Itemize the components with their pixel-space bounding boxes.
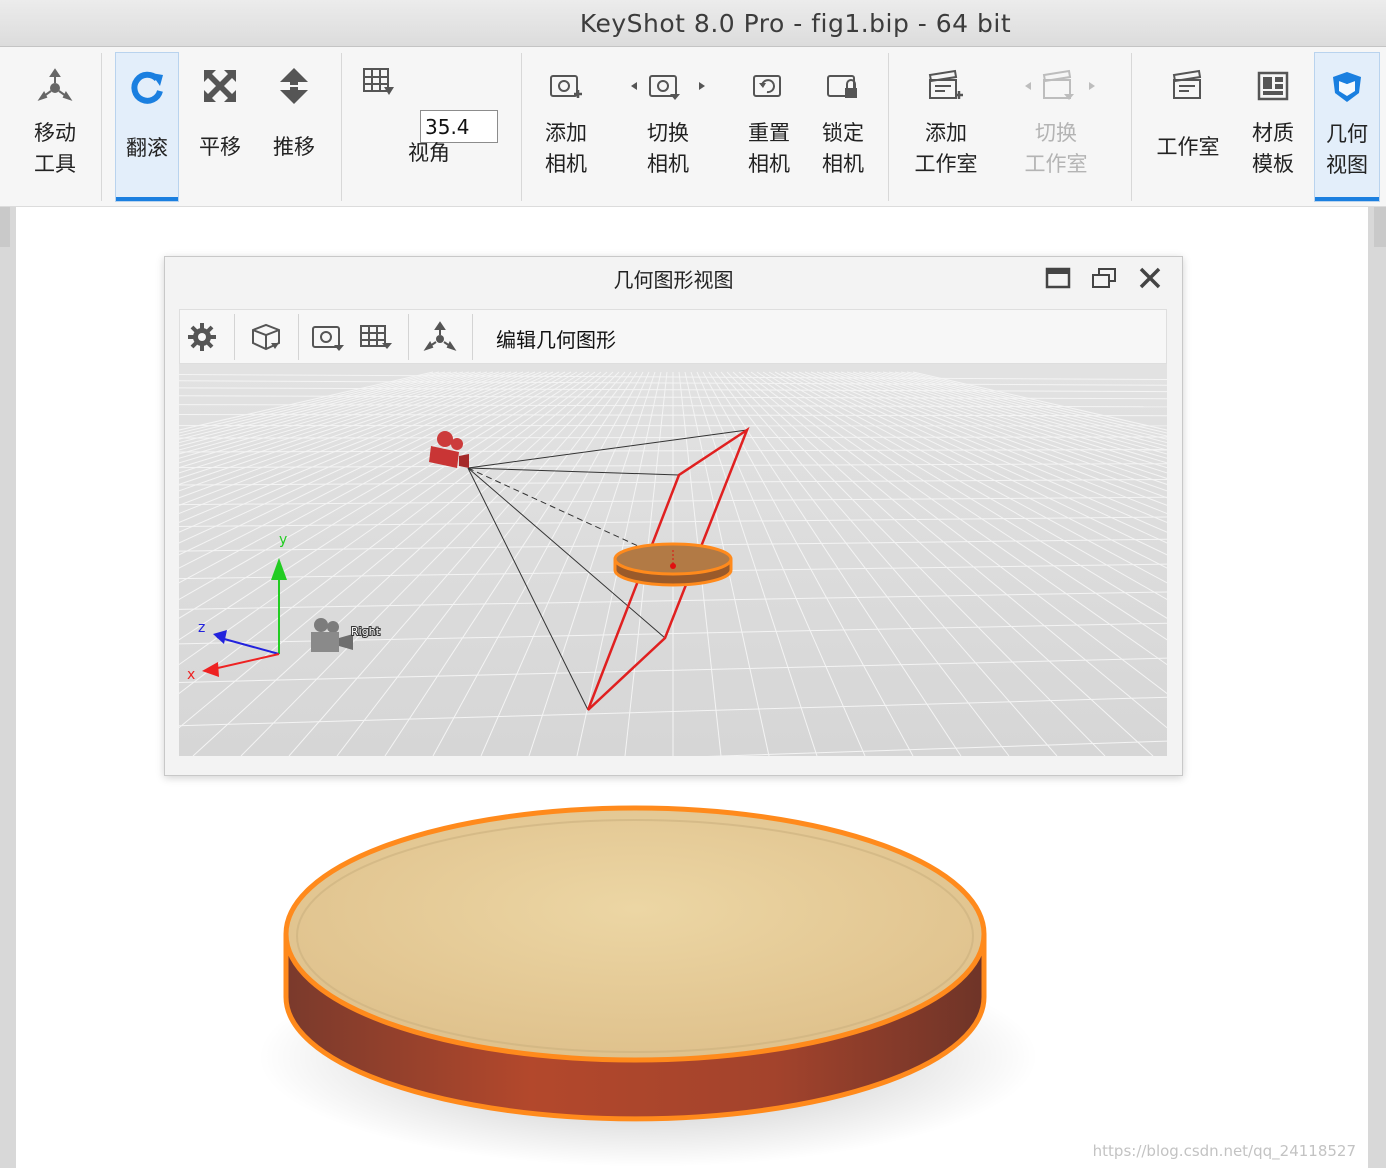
window-title-bar: KeyShot 8.0 Pro - fig1.bip - 64 bit [0,0,1386,47]
camera-menu-icon[interactable] [308,318,348,356]
restore-icon[interactable] [1091,265,1117,291]
reset-camera-button[interactable]: 重置 相机 [737,52,801,202]
toolbar-separator [234,314,235,360]
switch-camera-label: 切换 相机 [647,121,689,176]
switch-studio-label: 切换 工作室 [1024,121,1088,176]
pan-button[interactable]: 平移 [188,52,252,202]
switch-studio-button[interactable]: 切换 工作室 [1006,52,1106,202]
settings-gear-icon[interactable] [182,318,222,356]
toolbar-separator [472,314,473,360]
add-camera-button[interactable]: 添加 相机 [533,52,599,202]
geometry-toolbar: 编辑几何图形 [179,309,1167,364]
maximize-icon[interactable] [1045,265,1071,291]
geometry-view-button[interactable]: 几何 视图 [1314,52,1380,202]
geometry-3d-view[interactable]: Right y z x [179,364,1167,756]
add-camera-label: 添加 相机 [545,121,587,176]
lock-camera-label: 锁定 相机 [822,121,864,176]
tumble-label: 翻滚 [126,136,168,160]
pan-icon [201,58,239,114]
add-studio-button[interactable]: 添加 工作室 [902,52,990,202]
view-cube-icon[interactable] [246,318,286,356]
studio-button[interactable]: 工作室 [1146,52,1230,202]
axis-y-label: y [279,532,287,548]
close-icon[interactable] [1137,265,1163,291]
studio-label: 工作室 [1156,135,1220,159]
fov-icon [362,65,396,101]
material-template-label: 材质 模板 [1252,121,1294,176]
geometry-view-label: 几何 视图 [1326,122,1368,177]
toolbar-separator [521,53,522,201]
dolly-icon [276,58,312,114]
lock-camera-icon [825,58,861,114]
window-title: KeyShot 8.0 Pro - fig1.bip - 64 bit [579,8,1012,38]
move-tool-icon [35,58,75,114]
add-studio-label: 添加 工作室 [914,121,978,176]
add-studio-icon [927,58,965,114]
toolbar-separator [341,53,342,201]
viewport-right-border [1368,207,1386,1168]
watermark-text: https://blog.csdn.net/qq_24118527 [1092,1142,1356,1160]
main-toolbar: 移动 工具 翻滚 平移 推移 35.4 视角 添加 相机 切换 相机 重置 相机… [0,47,1386,207]
studio-icon [1170,58,1206,114]
switch-camera-button[interactable]: 切换 相机 [620,52,716,202]
geometry-view-window[interactable]: 几何图形视图 编辑几何图形 Right y z x [164,256,1183,776]
switch-studio-icon [1014,58,1098,114]
reset-camera-label: 重置 相机 [748,121,790,176]
geometry-disc[interactable] [613,542,733,587]
dolly-button[interactable]: 推移 [262,52,326,202]
fov-label: 视角 [408,141,450,165]
dolly-label: 推移 [273,135,315,159]
camera-label: Right [351,625,381,638]
pan-label: 平移 [199,135,241,159]
geometry-view-icon [1329,59,1365,115]
tumble-button[interactable]: 翻滚 [115,52,179,202]
move-tool-label: 移动 工具 [34,121,76,176]
lock-camera-button[interactable]: 锁定 相机 [810,52,876,202]
grid-menu-icon[interactable] [356,318,396,356]
viewport-left-border [0,207,16,1168]
geometry-scene: Right y z x [179,364,1167,756]
toolbar-separator [1131,53,1132,201]
material-template-icon [1255,58,1291,114]
toolbar-separator [408,314,409,360]
tumble-icon [127,59,167,115]
axis-z-label: z [198,620,205,636]
edit-geometry-label: 编辑几何图形 [496,328,616,352]
axis-x-label: x [187,667,195,683]
add-camera-icon [548,58,584,114]
switch-camera-icon [628,58,708,114]
toolbar-separator [101,53,102,201]
material-template-button[interactable]: 材质 模板 [1240,52,1306,202]
move-tool-icon[interactable] [420,318,460,356]
geometry-window-title: 几何图形视图 [613,267,734,292]
toolbar-separator [888,53,889,201]
reset-camera-icon [751,58,787,114]
move-tool-button[interactable]: 移动 工具 [12,52,98,202]
toolbar-separator [298,314,299,360]
